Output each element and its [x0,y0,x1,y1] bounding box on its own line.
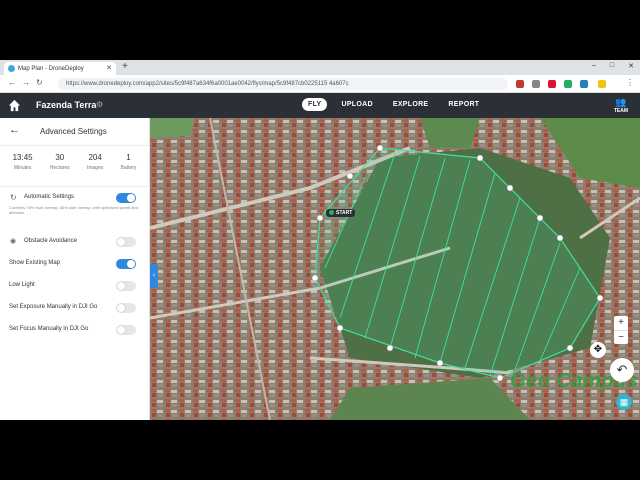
close-window-icon[interactable]: ✕ [628,62,634,70]
zoom-out-button[interactable]: − [614,330,628,344]
window-controls: – □ ✕ [592,62,634,70]
automatic-settings-row: ↻ Automatic Settings Currently 75% front… [0,187,149,231]
setting-label: Set Exposure Manually in DJI Go [9,304,98,310]
extension-icon[interactable] [598,80,606,88]
tab-upload[interactable]: UPLOAD [335,98,378,111]
back-arrow-icon[interactable]: ← [9,124,20,136]
sidebar-title: Advanced Settings [40,127,107,136]
browser-window: Map Plan - DroneDeploy ✕ + – □ ✕ ← → ↻ h… [0,60,640,420]
maximize-icon[interactable]: □ [610,62,614,70]
forward-icon[interactable]: → [22,78,30,87]
extension-icon[interactable] [532,80,540,88]
zoom-control: + − [614,316,628,344]
stat-images: 204 Images [87,153,103,179]
team-label: TEAM [613,108,628,114]
field-area [420,118,480,148]
setting-label: Obstacle Avoidance [24,238,77,244]
extension-icon[interactable] [548,80,556,88]
stat-label: Images [86,165,104,171]
settings-sidebar: ← Advanced Settings 13:45 Minutes 30 Hec… [0,118,150,420]
collapse-sidebar-handle[interactable]: ‹ [150,264,158,288]
undo-icon[interactable]: ↶ [610,358,634,382]
obstacle-avoidance-toggle[interactable] [116,237,136,247]
automatic-settings-description: Currently 75% front overlap, 65% side ov… [9,205,138,215]
back-icon[interactable]: ← [8,78,16,87]
stat-hectares: 30 Hectares [50,153,70,179]
automatic-settings-label: Automatic Settings [24,194,75,200]
stat-value: 30 [55,153,65,162]
extension-icon[interactable] [580,80,588,88]
stat-value: 13:45 [12,153,33,162]
satellite-map[interactable]: START ‹ Geo Campus + − ✥ ↶ ▦ ▲ [150,118,640,420]
minimize-icon[interactable]: – [592,62,596,70]
extension-icon[interactable] [516,80,524,88]
reload-icon[interactable]: ↻ [36,78,43,87]
stat-label: Hectares [49,165,70,171]
setting-label: Show Existing Map [9,260,61,266]
set-exposure-row: Set Exposure Manually in DJI Go [0,297,149,319]
stat-value: 1 [126,153,131,162]
tab-report[interactable]: REPORT [442,98,485,111]
address-bar: ← → ↻ https://www.dronedeploy.com/app2/s… [0,75,640,93]
start-marker[interactable]: START [326,209,356,217]
team-button[interactable]: 👥 TEAM [614,97,628,114]
browser-menu-icon[interactable]: ⋮ [626,78,634,87]
low-light-row: Low Light [0,275,149,297]
set-focus-toggle[interactable] [116,325,136,335]
stat-label: Minutes [13,165,32,171]
obstacle-avoidance-row: ◉ Obstacle Avoidance [0,231,149,253]
radar-icon: ◉ [10,238,17,245]
project-settings-gear-icon[interactable]: ⚙ [96,100,103,109]
team-people-icon: 👥 [615,97,627,107]
main-nav: FLY UPLOAD EXPLORE REPORT [302,98,485,111]
tab-title: Map Plan - DroneDeploy [18,65,84,72]
stat-label: Battery [120,165,137,171]
stat-minutes: 13:45 Minutes [13,153,33,179]
sidebar-header: ← Advanced Settings [0,118,149,146]
stat-value: 204 [88,153,102,162]
flight-stats: 13:45 Minutes 30 Hectares 204 Images 1 B… [0,146,149,187]
calendar-icon[interactable]: ▦ [616,394,632,410]
project-name[interactable]: Fazenda Terra [36,100,96,110]
show-existing-map-row: Show Existing Map [0,253,149,275]
stat-battery: 1 Battery [121,153,137,179]
set-focus-row: Set Focus Manually in DJI Go [0,319,149,341]
setting-label: Set Focus Manually in DJI Go [9,326,89,332]
field-area [150,118,195,138]
refresh-icon: ↻ [10,193,17,202]
extension-icon[interactable] [564,80,572,88]
home-icon[interactable] [8,99,21,112]
zoom-in-button[interactable]: + [614,316,628,330]
browser-tab[interactable]: Map Plan - DroneDeploy ✕ [4,62,116,75]
tab-bar: Map Plan - DroneDeploy ✕ + – □ ✕ [0,60,640,75]
low-light-toggle[interactable] [116,281,136,291]
url-input[interactable]: https://www.dronedeploy.com/app2/sites/5… [58,78,508,90]
app-top-bar: Fazenda Terra ⚙ FLY UPLOAD EXPLORE REPOR… [0,93,640,118]
setting-label: Low Light [9,282,35,288]
new-tab-icon[interactable]: + [122,61,128,72]
tab-fly[interactable]: FLY [302,98,328,111]
automatic-settings-toggle[interactable] [116,193,136,203]
close-tab-icon[interactable]: ✕ [106,64,112,72]
move-arrows-icon[interactable]: ✥ [590,342,606,358]
set-exposure-toggle[interactable] [116,303,136,313]
show-existing-map-toggle[interactable] [116,259,136,269]
dronedeploy-favicon-icon [8,65,15,72]
tab-explore[interactable]: EXPLORE [387,98,435,111]
